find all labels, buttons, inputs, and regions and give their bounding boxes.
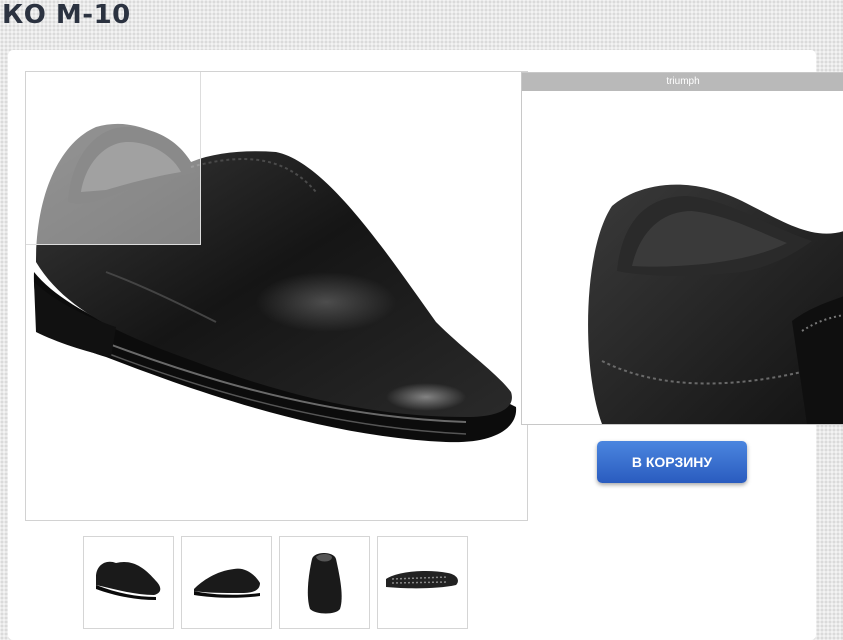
thumbnail-sole-image (386, 571, 458, 589)
thumbnail-shoe-image (194, 568, 260, 598)
add-to-cart-button[interactable]: В КОРЗИНУ (597, 441, 747, 483)
thumbnail-3[interactable] (279, 536, 370, 629)
zoom-lens[interactable] (26, 72, 201, 245)
thumbnail-2[interactable] (181, 536, 272, 629)
main-product-image[interactable] (25, 71, 528, 521)
zoom-caption: triumph (522, 73, 843, 91)
zoomed-shoe-photo (588, 184, 843, 424)
zoom-preview: triumph (521, 72, 843, 425)
thumbnail-shoe-image (307, 553, 342, 614)
page-title: КО М-10 (2, 0, 131, 30)
thumbnail-4[interactable] (377, 536, 468, 629)
thumbnail-1[interactable] (83, 536, 174, 629)
thumbnail-shoe-image (96, 561, 161, 600)
